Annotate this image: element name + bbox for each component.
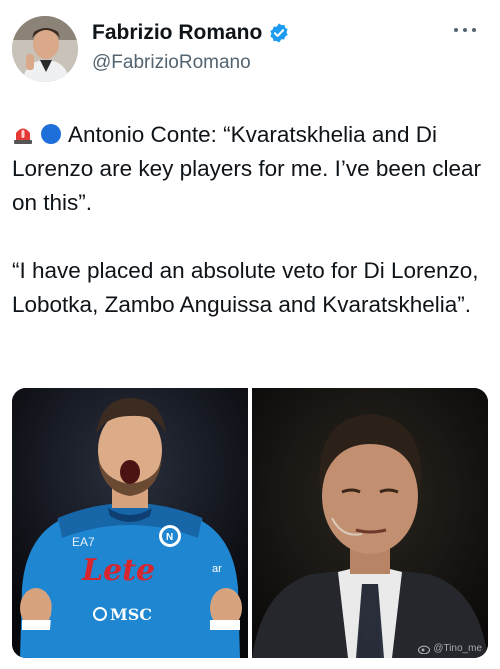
- siren-emoji: [14, 128, 32, 144]
- watermark: @Tino_me: [418, 643, 482, 654]
- verified-badge-icon: [270, 23, 288, 43]
- sleeve-text: ar: [212, 563, 222, 575]
- tweet-header: Fabrizio Romano @FabrizioRomano: [12, 14, 488, 86]
- player-image: EA7 N Lete MSC ar: [12, 388, 248, 658]
- handle[interactable]: @FabrizioRomano: [92, 50, 290, 76]
- watermark-text: @Tino_me: [433, 643, 482, 654]
- coach-image: [252, 388, 488, 658]
- weibo-icon: [418, 645, 431, 654]
- author-names: Fabrizio Romano @FabrizioRomano: [92, 20, 290, 76]
- svg-text:N: N: [166, 532, 173, 543]
- tweet-text: Antonio Conte: “Kvaratskhelia and Di Lor…: [12, 118, 488, 356]
- media-grid[interactable]: EA7 N Lete MSC ar @Tino_me: [12, 388, 488, 658]
- display-name[interactable]: Fabrizio Romano: [92, 20, 290, 46]
- player-photo[interactable]: EA7 N Lete MSC ar: [12, 388, 248, 658]
- coach-photo[interactable]: @Tino_me: [252, 388, 488, 658]
- tweet-paragraph-1-text: Antonio Conte: “Kvaratskhelia and Di Lor…: [12, 122, 481, 215]
- kit-brand-text: EA7: [72, 535, 95, 549]
- sponsor-secondary-text: MSC: [110, 605, 152, 624]
- display-name-text: Fabrizio Romano: [92, 21, 263, 44]
- more-horizontal-icon[interactable]: [452, 26, 478, 34]
- blue-circle-emoji: [41, 124, 61, 144]
- avatar[interactable]: [12, 16, 78, 82]
- sponsor-text: Lete: [81, 553, 155, 588]
- tweet-paragraph-1: Antonio Conte: “Kvaratskhelia and Di Lor…: [12, 118, 488, 220]
- profile-photo: [12, 16, 78, 82]
- tweet-paragraph-2: “I have placed an absolute veto for Di L…: [12, 258, 479, 317]
